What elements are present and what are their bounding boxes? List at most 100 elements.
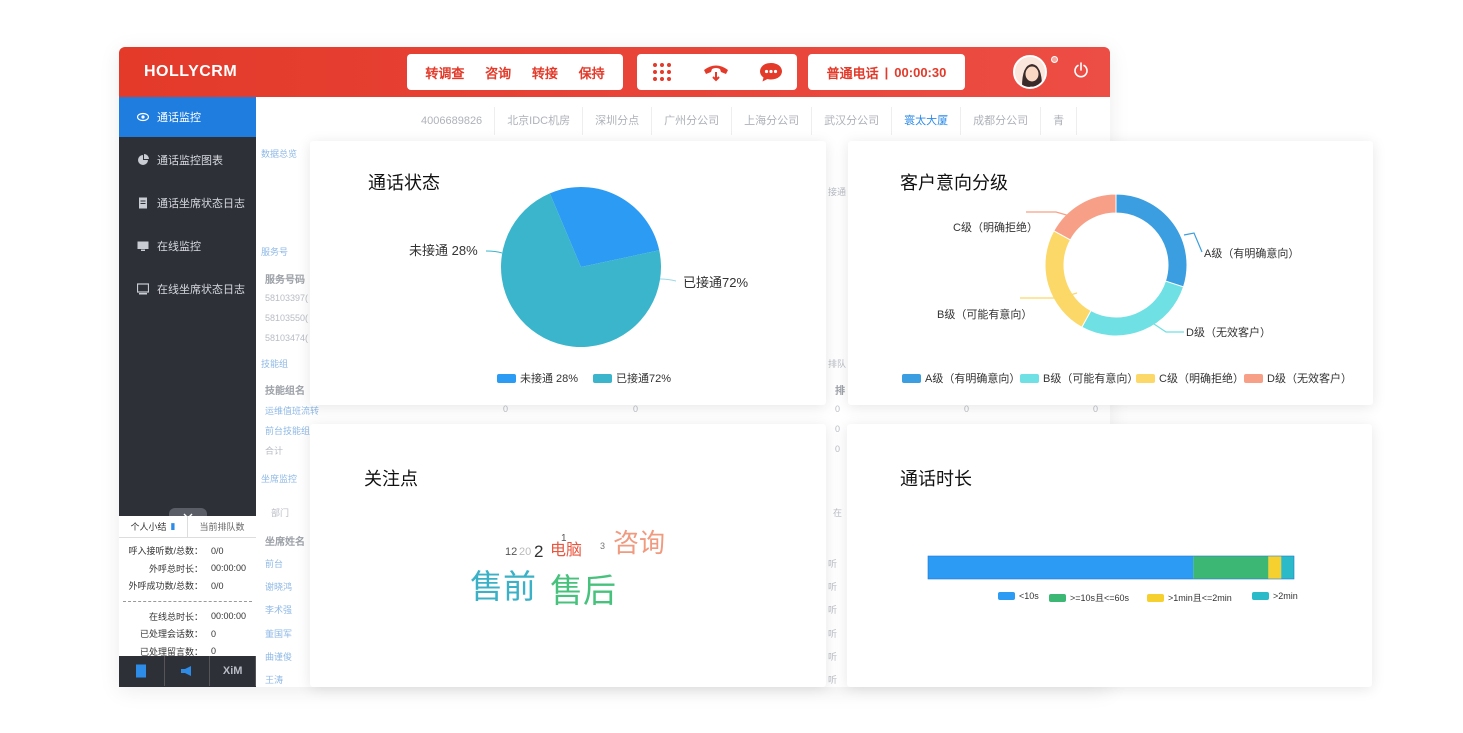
bar-segment-2[interactable]: [1268, 556, 1282, 579]
sidebar-item-label: 在线监控: [157, 241, 201, 253]
tab-branch[interactable]: 青: [1041, 107, 1078, 135]
pie-chart-icon: [138, 154, 149, 165]
skill-value: 0: [633, 404, 639, 414]
col-service-number: 服务号码: [265, 275, 305, 286]
cloud-word: 电脑: [550, 542, 583, 559]
customer-intent-card: 客户意向分级 A级（有明确意向） D级（无效客户） B级（可能有意向） C级（明…: [848, 141, 1373, 405]
summary-row: 外呼总时长： 00:00:00: [148, 563, 247, 574]
announce-button[interactable]: [165, 656, 211, 686]
monitor-icon: [137, 241, 149, 251]
tab-branch-active[interactable]: 寰太大厦: [892, 107, 962, 135]
bg-fragment: 排队: [828, 359, 847, 369]
legend-item-b[interactable]: B级（可能有意向）: [1020, 370, 1138, 386]
donut-leader-line: [1026, 211, 1071, 217]
notebook-button[interactable]: [119, 656, 165, 686]
xim-button[interactable]: XiM: [210, 656, 257, 686]
pie-label-connected: 已接通72%: [683, 275, 749, 290]
agent-row[interactable]: 谢晓鸿: [265, 580, 292, 593]
donut-label-d: D级（无效客户）: [1186, 327, 1271, 339]
power-icon[interactable]: [1073, 62, 1089, 78]
chat-icon[interactable]: [759, 61, 783, 83]
sidebar-item-label: 通话监控: [157, 112, 201, 124]
cloud-word: 3: [600, 541, 606, 551]
summary-row: 呼入接听数/总数： 0/0: [128, 545, 224, 557]
sidebar-item-call-monitor-chart[interactable]: 通话监控图表: [119, 140, 256, 180]
skill-row[interactable]: 前台技能组: [265, 424, 310, 437]
agent-row[interactable]: 董国军: [265, 627, 292, 640]
donut-label-a: A级（有明确意向）: [1204, 248, 1300, 260]
legend-item-gt2min[interactable]: >2min: [1252, 591, 1298, 601]
agent-row[interactable]: 李术强: [265, 603, 292, 616]
legend-item-c[interactable]: C级（明确拒绝）: [1136, 370, 1244, 386]
call-tools: [637, 54, 797, 90]
tab-branch[interactable]: 成都分公司: [961, 107, 1042, 135]
legend-swatch: [1252, 592, 1269, 600]
status-separator: |: [884, 64, 889, 80]
legend-item-1-2min[interactable]: >1min且<=2min: [1147, 591, 1232, 604]
sidebar-item-online-monitor[interactable]: 在线监控: [119, 226, 256, 266]
cloud-word: 12: [505, 546, 518, 558]
call-status-card: 通话状态 未接通 28% 已接通72% 未接通 28% 已接通72%: [310, 141, 826, 405]
pie-leader-line: [659, 278, 677, 282]
legend-item-10-60s[interactable]: >=10s且<=60s: [1049, 591, 1129, 604]
bar-segment-3[interactable]: [1281, 556, 1294, 579]
transfer-button[interactable]: 转接: [532, 63, 558, 82]
legend-swatch: [1244, 373, 1263, 383]
donut-leader-line: [1183, 232, 1203, 253]
hold-button[interactable]: 保持: [579, 63, 605, 82]
tab-queue-count[interactable]: 当前排队数: [187, 516, 256, 537]
donut-slice-3[interactable]: [1053, 193, 1117, 241]
tab-personal-summary[interactable]: 个人小结 ▮: [119, 516, 187, 537]
donut-slice-0[interactable]: [1115, 193, 1188, 288]
monitor-log-icon: [137, 283, 149, 295]
tab-branch[interactable]: 北京IDC机房: [495, 107, 584, 135]
legend-item-unconnected[interactable]: 未接通 28%: [497, 370, 578, 386]
hangup-icon[interactable]: [702, 61, 730, 83]
section-agent-monitor: 坐席监控: [261, 474, 298, 484]
legend-swatch: [1049, 593, 1066, 602]
agent-row[interactable]: 曲谨俊: [265, 650, 292, 663]
tab-branch[interactable]: 深圳分点: [583, 107, 653, 135]
focus-points-card: 关注点 12 20 2 电脑 1 3 咨询 售前 售后: [310, 424, 826, 687]
avatar[interactable]: [1013, 55, 1047, 89]
bg-fragment: 听: [828, 559, 838, 569]
survey-transfer-button[interactable]: 转调查: [425, 63, 464, 82]
bg-fragment: 听: [828, 675, 838, 685]
donut-slice-2[interactable]: [1044, 230, 1092, 328]
sidebar-item-call-monitor[interactable]: 通话监控: [119, 97, 256, 137]
megaphone-icon: [181, 666, 191, 676]
sidebar-item-label: 在线坐席状态日志: [157, 284, 245, 296]
legend-swatch: [497, 373, 516, 383]
skill-value: 0: [1093, 404, 1099, 414]
tab-branch[interactable]: 上海分公司: [732, 107, 813, 135]
service-row: 58103550(: [265, 313, 309, 323]
bar-segment-1[interactable]: [1193, 556, 1269, 579]
legend-item-d[interactable]: D级（无效客户）: [1244, 370, 1352, 386]
summary-tabs: 个人小结 ▮ 当前排队数: [119, 516, 256, 538]
call-duration-card: 通话时长 <10s >=10s且<=60s >1min且<=2min >2min: [847, 424, 1372, 687]
bg-fragment: 排: [835, 386, 845, 397]
dialpad-icon[interactable]: [651, 61, 673, 83]
bg-fragment: 接通: [828, 187, 847, 197]
tab-branch[interactable]: 4006689826: [409, 107, 496, 135]
bar-segment-0[interactable]: [928, 556, 1194, 579]
tab-branch[interactable]: 广州分公司: [652, 107, 733, 135]
sidebar-item-online-agent-log[interactable]: 在线坐席状态日志: [119, 269, 256, 309]
legend-item-a[interactable]: A级（有明确意向）: [902, 370, 1020, 386]
consult-button[interactable]: 咨询: [485, 63, 511, 82]
call-type: 普通电话: [826, 65, 879, 81]
card-title: 关注点: [364, 469, 418, 489]
cloud-word: 2: [534, 542, 544, 561]
legend-item-lt10s[interactable]: <10s: [998, 591, 1039, 601]
sidebar-item-call-agent-log[interactable]: 通话坐席状态日志: [119, 183, 256, 223]
divider: [123, 600, 252, 602]
donut-slice-1[interactable]: [1081, 280, 1185, 337]
legend-item-connected[interactable]: 已接通72%: [593, 370, 671, 386]
tab-branch[interactable]: 武汉分公司: [812, 107, 893, 135]
skill-row[interactable]: 运维值班流转: [265, 404, 319, 417]
agent-row[interactable]: 王涛: [265, 673, 283, 686]
agent-row[interactable]: 前台: [265, 557, 283, 570]
donut-label-c: C级（明确拒绝）: [953, 222, 1038, 234]
call-duration-bar: [927, 555, 1295, 580]
sidebar-item-label: 通话坐席状态日志: [157, 198, 245, 210]
